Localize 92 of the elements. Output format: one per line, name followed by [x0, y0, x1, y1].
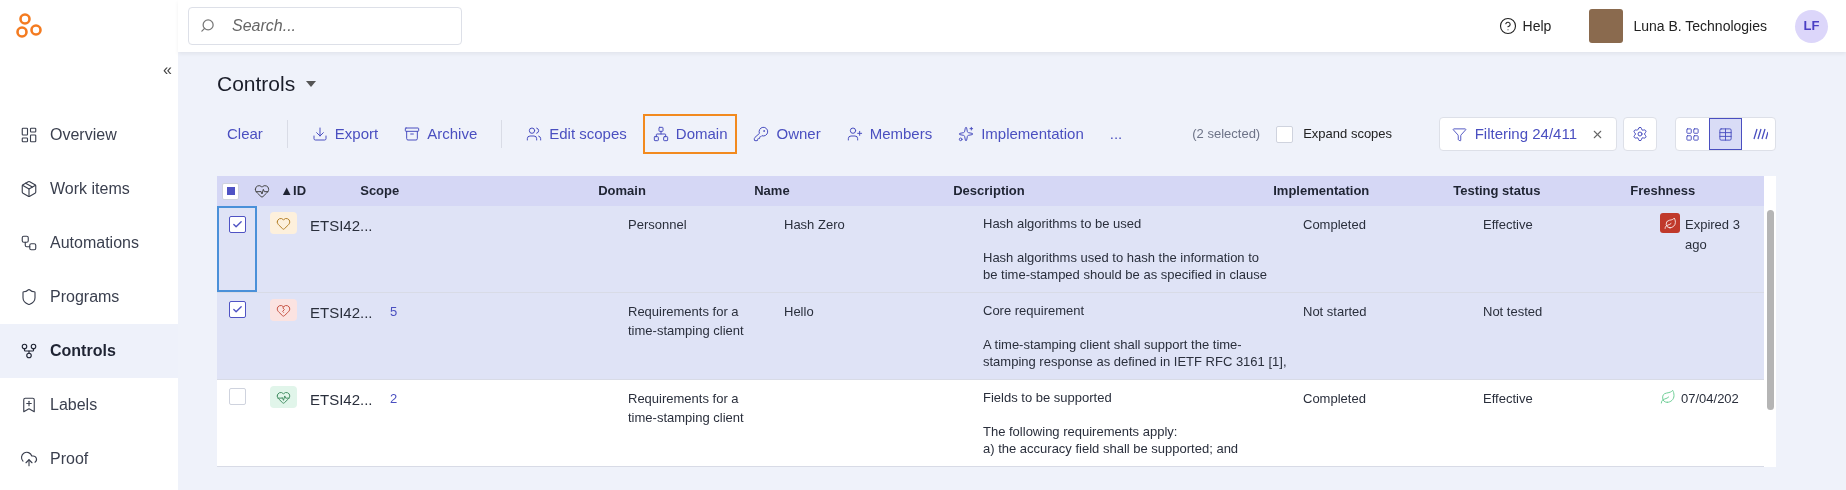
people-icon [526, 126, 543, 142]
column-header[interactable]: Implementation [1273, 183, 1370, 199]
description-text: The following requirements apply: a) the accuracy field shall be supported; and [983, 423, 1240, 457]
table-cell: Completed [1303, 391, 1366, 406]
dropdown-caret-icon[interactable] [305, 80, 318, 88]
freshness-text: 07/04/202 [1681, 390, 1739, 408]
column-header[interactable]: Name [754, 183, 790, 199]
description-title: Core requirement [983, 302, 1086, 319]
table-row[interactable]: ETSI42... 5 Requirements for a time-stamping client Hello Core requirement A time-stamping client shall support the time- stamping response as defined in IETF RFC 3161 [1], Not started Not tested [217, 293, 1765, 380]
table-icon [1718, 126, 1733, 142]
filter-button[interactable]: Filtering 24/411 [1438, 117, 1617, 151]
sidebar-item[interactable]: Overview [0, 108, 178, 162]
selection-count: (2 selected) [1192, 125, 1261, 144]
sidebar-item[interactable]: Proof [0, 432, 178, 486]
toolbar-action[interactable]: Members [836, 114, 943, 154]
description-text: A time-stamping client shall support the time- stamping response as defined in IETF RFC 3161 [1], [983, 336, 1288, 370]
toolbar-action[interactable]: Implementation [948, 114, 1094, 154]
nodes-icon [20, 342, 38, 360]
toolbar-action[interactable]: Clear [217, 114, 273, 154]
description-title: Fields to be supported [983, 389, 1113, 406]
hierarchy-icon [652, 126, 669, 142]
row-checkbox[interactable] [228, 216, 246, 233]
sidebar-item[interactable]: Controls [0, 324, 178, 378]
filter-icon [1451, 126, 1467, 142]
table-cell: Hello [784, 304, 814, 319]
organization-name: Luna B. Technologies [1633, 16, 1767, 36]
archive-icon [404, 126, 421, 142]
table-cell: Not tested [1483, 304, 1543, 319]
table-cell: ETSI42... [310, 391, 373, 408]
download-icon [311, 126, 328, 142]
column-header[interactable]: Scope [360, 183, 400, 199]
help-icon [1498, 17, 1517, 35]
sidebar-item[interactable]: Labels [0, 378, 178, 432]
health-column-icon [254, 183, 271, 199]
toolbar-action[interactable]: Export [301, 114, 389, 154]
table-cell: Not started [1303, 304, 1367, 319]
dashboard-icon [20, 126, 38, 144]
toolbar-action[interactable]: ... [1099, 114, 1133, 154]
column-header[interactable]: Testing status [1453, 183, 1541, 199]
table-cell: ETSI42... [310, 304, 373, 321]
row-checkbox[interactable] [228, 301, 246, 318]
select-all-checkbox[interactable] [222, 182, 240, 200]
sidebar-item[interactable]: Work items [0, 162, 178, 216]
workflow-icon [20, 234, 38, 252]
table-cell: Hash Zero [784, 217, 845, 232]
logo-icon [15, 12, 43, 40]
table-cell: Completed [1303, 217, 1366, 232]
scope-link[interactable]: 5 [390, 304, 398, 319]
expand-scopes-checkbox[interactable] [1276, 125, 1294, 143]
toolbar-action[interactable]: Edit scopes [516, 114, 637, 154]
search-icon [200, 18, 215, 33]
sidebar-item[interactable]: Automations [0, 216, 178, 270]
description-text: Hash algorithms used to hash the information to be time-stamped should be as specified in clause [983, 249, 1268, 283]
column-header[interactable]: Freshness [1630, 183, 1696, 199]
key-icon [753, 126, 770, 142]
search-field[interactable]: Search... [188, 7, 462, 45]
toolbar-action[interactable]: Archive [394, 114, 488, 154]
table-cell: Personnel [628, 217, 687, 232]
table-cell: Effective [1483, 217, 1533, 232]
checkmark-icon [231, 219, 243, 230]
organization-photo [1589, 9, 1624, 43]
help-button[interactable]: Help [1498, 15, 1552, 37]
user-plus-icon [846, 126, 863, 142]
user-avatar[interactable]: LF [1795, 9, 1828, 43]
settings-icon [1632, 126, 1648, 142]
grid-icon [1685, 126, 1700, 142]
column-header[interactable]: Domain [598, 183, 646, 199]
toolbar-action[interactable]: Owner [743, 114, 831, 154]
sparkle-icon [958, 126, 975, 142]
collapse-sidebar-button[interactable]: « [163, 58, 172, 82]
table-cell: Requirements for a time-stamping client [628, 304, 744, 338]
column-header[interactable]: Description [953, 183, 1025, 199]
scrollbar[interactable] [1766, 210, 1774, 410]
table-row[interactable]: ETSI42... Personnel Hash Zero Hash algorithms to be used Hash algorithms used to hash the information to be time-stamped should be as specified in clause Completed Effective Expired 3 ago [217, 206, 1765, 293]
cloud-upload-icon [20, 450, 38, 468]
box-icon [20, 180, 38, 198]
freshness-text: Expired 3 ago [1685, 216, 1740, 254]
table-view-button[interactable] [1709, 118, 1742, 150]
settings-button[interactable] [1623, 117, 1657, 151]
checkmark-icon [231, 304, 243, 315]
shield-icon [20, 288, 38, 306]
table-cell: ETSI42... [310, 217, 373, 234]
scope-link[interactable]: 2 [390, 391, 398, 406]
page-title: Controls [217, 71, 296, 98]
table-cell: Effective [1483, 391, 1533, 406]
table-cell: Requirements for a time-stamping client [628, 391, 744, 425]
toolbar-action[interactable]: Domain [642, 114, 738, 154]
checkbox-label: Expand scopes [1303, 125, 1393, 144]
column-header[interactable]: ▲ID [280, 183, 307, 199]
sidebar-item[interactable]: Programs [0, 270, 178, 324]
bookmark-icon [20, 396, 38, 414]
description-title: Hash algorithms to be used [983, 215, 1143, 232]
